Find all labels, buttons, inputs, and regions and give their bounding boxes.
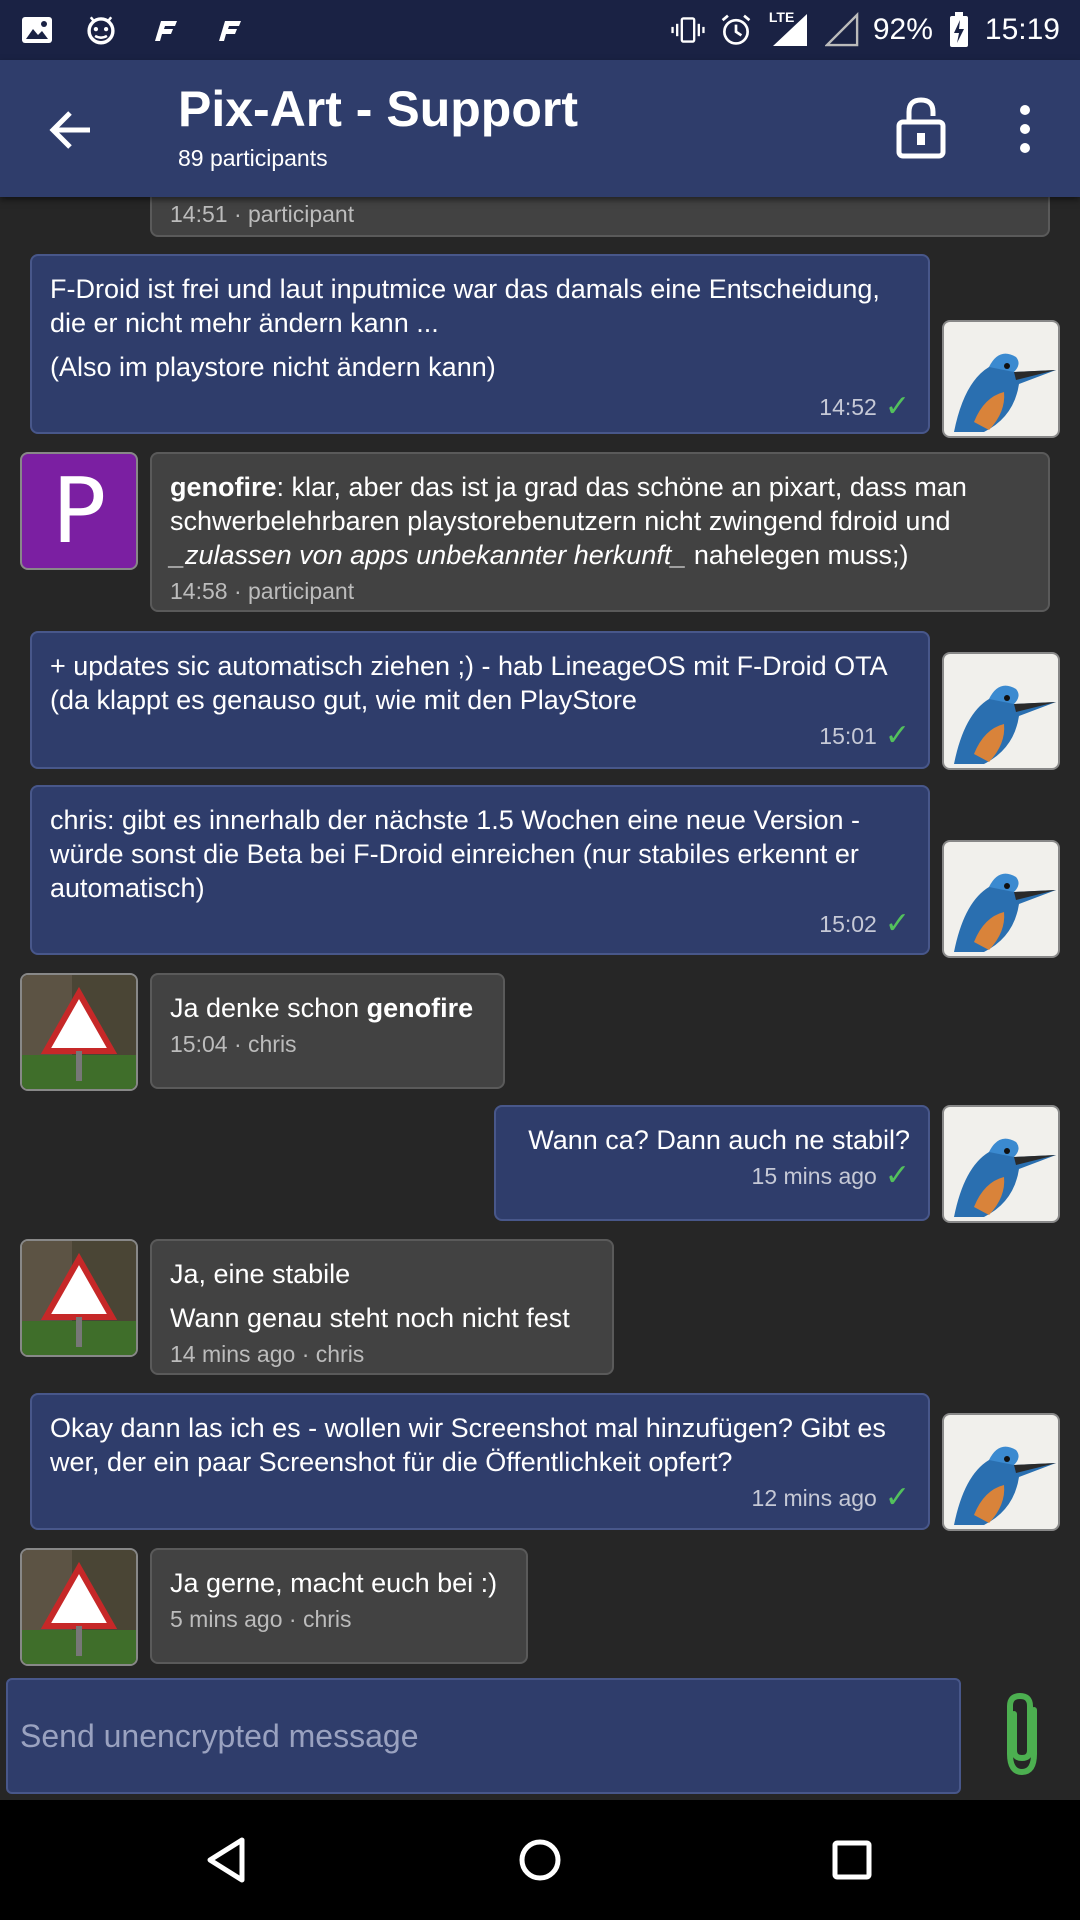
sender-avatar[interactable] (20, 1239, 138, 1357)
check-icon: ✓ (884, 719, 910, 752)
message-time: 15:02 (819, 911, 877, 937)
message-time: 14:52 (819, 394, 877, 420)
check-icon: ✓ (884, 1159, 910, 1192)
app-bar: Pix-Art - Support 89 participants (0, 60, 1080, 197)
message-meta: 15:04 · chris (170, 1031, 297, 1057)
sender-name: genofire (170, 472, 277, 502)
more-options-button[interactable] (1010, 100, 1040, 160)
alarm-icon (719, 13, 753, 47)
message-text: Wann ca? Dann auch ne stabil? (528, 1125, 910, 1155)
own-avatar[interactable] (942, 840, 1060, 958)
message-text: (Also im playstore nicht ändern kann) (50, 352, 496, 382)
encryption-toggle-button[interactable] (895, 96, 947, 160)
message-bubble-incoming[interactable]: Ja denke schon genofire 15:04 · chris (150, 973, 505, 1089)
message-text-italic: _zulassen von apps unbekannter herkunft_ (170, 540, 687, 570)
nav-back-button[interactable] (198, 1830, 258, 1890)
message-time: 12 mins ago (751, 1485, 877, 1511)
message-composer (6, 1678, 961, 1794)
message-meta: 14 mins ago · chris (170, 1341, 365, 1367)
message-bubble-incoming[interactable]: Ja gerne, macht euch bei :) 5 mins ago ·… (150, 1548, 528, 1664)
circle-home-icon (519, 1839, 561, 1881)
message-text: Ja, eine stabile (170, 1259, 351, 1289)
message-text: + updates sic automatisch ziehen ;) - ha… (50, 651, 887, 715)
message-bubble-outgoing[interactable]: F-Droid ist frei und laut inputmice war … (30, 254, 930, 434)
own-avatar[interactable] (942, 1413, 1060, 1531)
back-button[interactable] (40, 100, 100, 160)
own-avatar[interactable] (942, 320, 1060, 438)
warning-sign-photo-icon (22, 1550, 136, 1664)
message-meta: 14:51 · participant (170, 201, 355, 227)
message-text: Wann genau steht noch nicht fest (170, 1303, 570, 1333)
more-vert-icon (1020, 105, 1030, 153)
message-bubble-outgoing[interactable]: + updates sic automatisch ziehen ;) - ha… (30, 631, 930, 769)
message-text: Ja denke schon genofire (170, 993, 473, 1023)
message-bubble-outgoing[interactable]: chris: gibt es innerhalb der nächste 1.5… (30, 785, 930, 955)
message-text: F-Droid ist frei und laut inputmice war … (50, 274, 880, 338)
status-bar: LTE 92% 15:19 (0, 0, 1080, 60)
message-text: Okay dann las ich es - wollen wir Screen… (50, 1413, 886, 1477)
message-time: 15:01 (819, 723, 877, 749)
mention: genofire (366, 993, 474, 1023)
fdroid-icon (148, 13, 182, 47)
signal-icon: LTE (767, 9, 811, 47)
arrow-back-icon (49, 111, 90, 149)
sender-avatar[interactable] (20, 1548, 138, 1666)
message-meta: 14:58 · participant (170, 578, 355, 604)
conversation-header[interactable]: Pix-Art - Support 89 participants (178, 82, 578, 172)
message-bubble-incoming[interactable]: 14:51 · participant (150, 197, 1050, 237)
system-nav-bar (0, 1800, 1080, 1920)
message-input[interactable] (8, 1680, 959, 1792)
vibrate-icon (671, 13, 705, 47)
message-time: 15 mins ago (751, 1163, 877, 1189)
nav-home-button[interactable] (510, 1830, 570, 1890)
kingfisher-bird-icon (954, 1138, 1056, 1217)
warning-sign-photo-icon (22, 1241, 136, 1355)
nav-recents-button[interactable] (822, 1830, 882, 1890)
sender-avatar[interactable] (20, 973, 138, 1091)
avatar-letter: P (51, 458, 107, 564)
message-text: chris: gibt es innerhalb der nächste 1.5… (50, 805, 860, 903)
message-bubble-outgoing[interactable]: Wann ca? Dann auch ne stabil? 15 mins ag… (494, 1105, 930, 1221)
message-text-part: : klar, aber das ist ja grad das schöne … (170, 472, 967, 536)
kingfisher-bird-icon (954, 873, 1056, 952)
kingfisher-bird-icon (954, 1446, 1056, 1525)
sender-avatar[interactable]: P (20, 452, 138, 570)
triangle-back-icon (207, 1837, 245, 1883)
battery-percent: 92% (872, 13, 933, 46)
kingfisher-bird-icon (954, 353, 1056, 432)
conversation-title: Pix-Art - Support (178, 81, 578, 137)
square-recents-icon (832, 1840, 872, 1880)
message-bubble-outgoing[interactable]: Okay dann las ich es - wollen wir Screen… (30, 1393, 930, 1530)
check-icon: ✓ (884, 390, 910, 423)
kingfisher-bird-icon (954, 685, 1056, 764)
fdroid-icon (212, 13, 246, 47)
message-bubble-incoming[interactable]: genofire: klar, aber das ist ja grad das… (150, 452, 1050, 612)
signal-empty-icon (824, 12, 859, 47)
message-text-part: nahelegen muss;) (686, 540, 909, 570)
message-list[interactable]: 14:51 · participant F-Droid ist frei und… (0, 197, 1080, 1677)
participant-count: 89 participants (178, 145, 328, 171)
message-meta: 5 mins ago · chris (170, 1606, 352, 1632)
paperclip-icon (1007, 1692, 1037, 1776)
warning-sign-photo-icon (22, 975, 136, 1089)
check-icon: ✓ (884, 1481, 910, 1514)
attach-button[interactable] (996, 1690, 1048, 1780)
message-bubble-incoming[interactable]: Ja, eine stabile Wann genau steht noch n… (150, 1239, 614, 1375)
check-icon: ✓ (884, 907, 910, 940)
own-avatar[interactable] (942, 652, 1060, 770)
clock: 15:19 (984, 13, 1060, 46)
message-text-part: Ja denke schon (170, 993, 367, 1023)
message-text: genofire: klar, aber das ist ja grad das… (170, 472, 967, 570)
image-icon (20, 13, 54, 47)
own-avatar[interactable] (942, 1105, 1060, 1223)
android-debug-icon (84, 13, 118, 47)
battery-charging-icon (947, 12, 971, 47)
lock-open-icon (896, 97, 946, 159)
message-text: Ja gerne, macht euch bei :) (170, 1568, 498, 1598)
network-type-label: LTE (768, 9, 795, 25)
